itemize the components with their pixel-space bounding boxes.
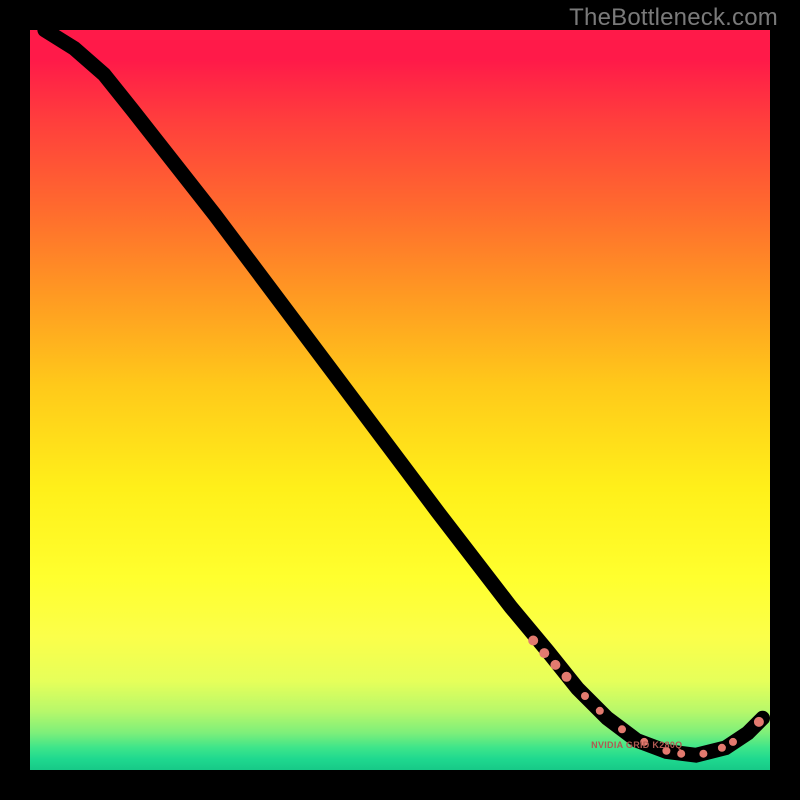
annotation-label: NVIDIA GRID K280Q [591,740,682,750]
data-marker [718,744,726,752]
data-marker [550,660,560,670]
chart-container: TheBottleneck.com NVIDIA GRID K280Q [0,0,800,800]
data-marker [699,750,707,758]
data-marker [729,738,737,746]
plot-area: NVIDIA GRID K280Q [30,30,770,770]
data-marker [528,636,538,646]
data-marker [677,750,685,758]
data-marker [754,717,764,727]
label-group: NVIDIA GRID K280Q [591,740,682,750]
chart-overlay-svg: NVIDIA GRID K280Q [30,30,770,770]
data-marker [562,672,572,682]
data-marker [581,692,589,700]
data-marker [539,648,549,658]
data-marker [618,725,626,733]
data-marker [596,707,604,715]
watermark-text: TheBottleneck.com [569,4,778,32]
